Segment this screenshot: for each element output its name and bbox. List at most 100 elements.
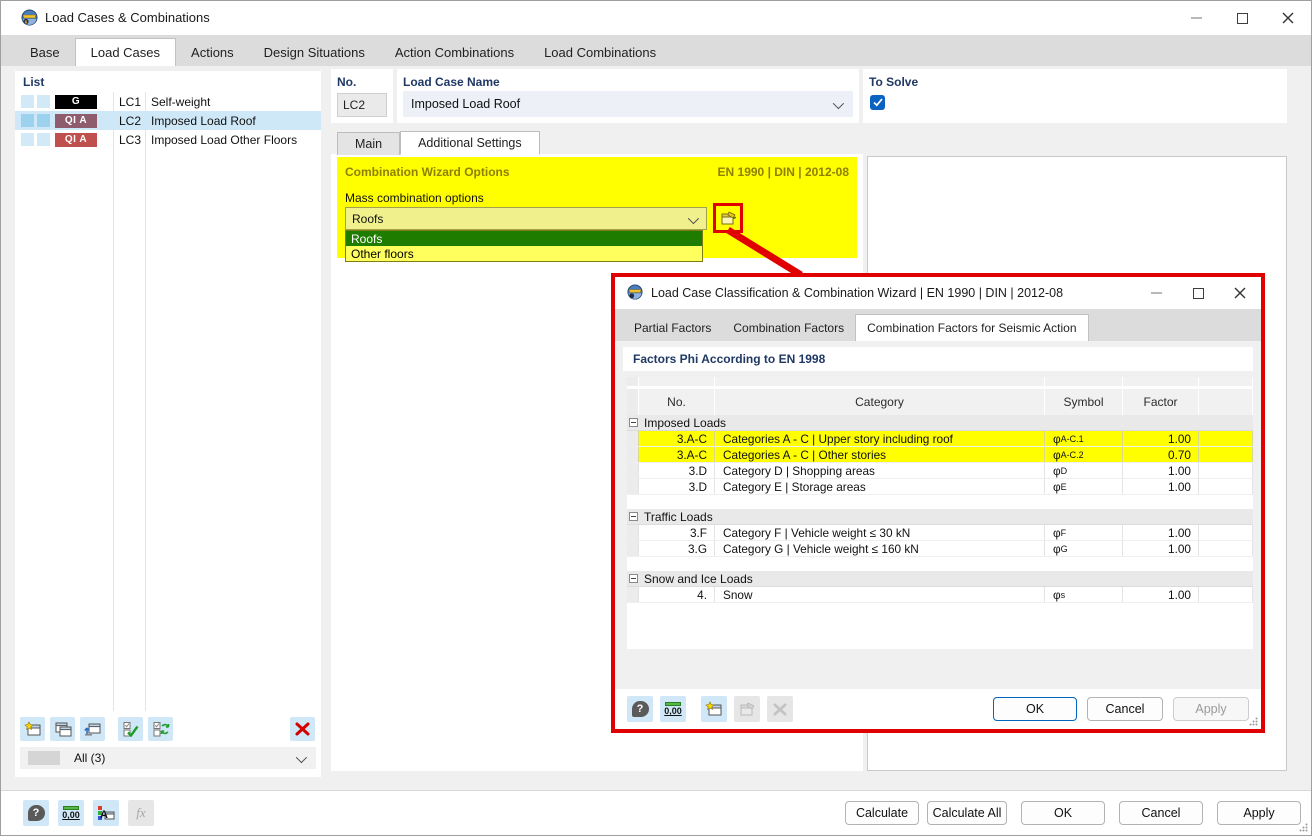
tab-design-situations[interactable]: Design Situations bbox=[249, 39, 380, 66]
tab-seismic-factors[interactable]: Combination Factors for Seismic Action bbox=[855, 314, 1088, 341]
tab-partial-factors[interactable]: Partial Factors bbox=[623, 315, 722, 341]
combination-wizard-options-box: Combination Wizard Options EN 1990 | DIN… bbox=[337, 157, 857, 258]
units-button[interactable]: 0,00 bbox=[58, 800, 84, 826]
display-properties-icon: A bbox=[97, 805, 115, 822]
case-color-square bbox=[21, 114, 34, 127]
table-row[interactable]: 3.D Category E | Storage areas φE 1.00 bbox=[627, 479, 1253, 495]
mass-combination-combo[interactable]: Roofs bbox=[345, 207, 707, 230]
help-icon: ? bbox=[632, 701, 649, 717]
load-case-name-combo[interactable]: Imposed Load Roof bbox=[403, 91, 853, 117]
group-row-snow-ice-loads[interactable]: Snow and Ice Loads bbox=[627, 571, 1253, 587]
calculate-button[interactable]: Calculate bbox=[845, 801, 919, 825]
dropdown-option-other-floors[interactable]: Other floors bbox=[346, 246, 702, 261]
dialog-footer: ? 0,00 bbox=[615, 689, 1261, 729]
case-id: LC3 bbox=[119, 133, 141, 147]
help-button[interactable]: ? bbox=[627, 696, 653, 722]
minimize-icon[interactable] bbox=[1135, 277, 1177, 309]
to-solve-checkbox[interactable] bbox=[870, 95, 885, 110]
collapse-icon[interactable] bbox=[629, 512, 638, 521]
units-button[interactable]: 0,00 bbox=[660, 696, 686, 722]
minimize-icon[interactable] bbox=[1173, 1, 1219, 35]
case-name: Imposed Load Roof bbox=[151, 114, 256, 128]
import-case-button[interactable] bbox=[80, 717, 105, 741]
tab-main[interactable]: Main bbox=[337, 132, 400, 155]
chevron-down-icon bbox=[296, 752, 307, 763]
new-entry-button[interactable] bbox=[701, 696, 727, 722]
table-row[interactable]: 3.A-C Categories A - C | Other stories φ… bbox=[627, 447, 1253, 463]
group-row-traffic-loads[interactable]: Traffic Loads bbox=[627, 509, 1253, 525]
dropdown-option-roofs[interactable]: Roofs bbox=[346, 231, 702, 246]
select-all-button[interactable] bbox=[118, 717, 143, 741]
new-case-button[interactable] bbox=[20, 717, 45, 741]
list-filter-dropdown[interactable]: All (3) bbox=[20, 747, 316, 769]
toggle-selection-button[interactable] bbox=[148, 717, 173, 741]
mass-combination-value: Roofs bbox=[352, 212, 383, 226]
header-factor: Factor bbox=[1123, 389, 1199, 415]
combination-wizard-dialog: Load Case Classification & Combination W… bbox=[611, 273, 1265, 733]
close-icon[interactable] bbox=[1219, 277, 1261, 309]
list-item-lc1[interactable]: G LC1 Self-weight bbox=[15, 92, 321, 111]
tab-load-combinations[interactable]: Load Combinations bbox=[529, 39, 671, 66]
delete-x-icon bbox=[295, 722, 310, 736]
main-tab-strip: Base Load Cases Actions Design Situation… bbox=[1, 35, 1311, 66]
mass-combination-dropdown-list: Roofs Other floors bbox=[345, 230, 703, 262]
case-name-group: Load Case Name Imposed Load Roof bbox=[397, 69, 859, 123]
tab-load-cases[interactable]: Load Cases bbox=[75, 38, 176, 66]
copy-case-button[interactable] bbox=[50, 717, 75, 741]
copy-icon bbox=[54, 721, 72, 737]
dialog-titlebar: Load Case Classification & Combination W… bbox=[615, 277, 1261, 309]
case-number-field[interactable]: LC2 bbox=[337, 93, 387, 117]
cancel-button[interactable]: Cancel bbox=[1087, 697, 1163, 721]
resize-grip[interactable] bbox=[1249, 717, 1258, 726]
table-row[interactable]: 3.G Category G | Vehicle weight ≤ 160 kN… bbox=[627, 541, 1253, 557]
collapse-icon[interactable] bbox=[629, 574, 638, 583]
case-id: LC2 bbox=[119, 114, 141, 128]
ok-button[interactable]: OK bbox=[993, 697, 1077, 721]
list-label: List bbox=[23, 75, 44, 89]
case-name: Self-weight bbox=[151, 95, 210, 109]
delete-case-button[interactable] bbox=[290, 717, 315, 741]
help-button[interactable]: ? bbox=[23, 800, 49, 826]
tab-base[interactable]: Base bbox=[15, 39, 75, 66]
table-row[interactable]: 3.F Category F | Vehicle weight ≤ 30 kN … bbox=[627, 525, 1253, 541]
table-row[interactable]: 3.D Category D | Shopping areas φD 1.00 bbox=[627, 463, 1253, 479]
case-color-square bbox=[21, 133, 34, 146]
tab-action-combinations[interactable]: Action Combinations bbox=[380, 39, 529, 66]
table-row[interactable]: 3.A-C Categories A - C | Upper story inc… bbox=[627, 431, 1253, 447]
table-row[interactable]: 4. Snow φs 1.00 bbox=[627, 587, 1253, 603]
app-icon bbox=[627, 284, 643, 300]
collapse-icon[interactable] bbox=[629, 418, 638, 427]
resize-grip[interactable] bbox=[1299, 823, 1308, 832]
group-row-imposed-loads[interactable]: Imposed Loads bbox=[627, 415, 1253, 431]
chevron-down-icon bbox=[833, 98, 844, 109]
action-type-badge: G bbox=[55, 95, 97, 109]
close-icon[interactable] bbox=[1265, 1, 1311, 35]
dialog-tab-strip: Partial Factors Combination Factors Comb… bbox=[615, 309, 1261, 341]
new-window-icon bbox=[24, 721, 42, 737]
list-item-lc2[interactable]: QI A LC2 Imposed Load Roof bbox=[15, 111, 321, 130]
app-icon: 6 bbox=[21, 9, 38, 26]
chevron-down-icon bbox=[688, 213, 699, 224]
cancel-button[interactable]: Cancel bbox=[1119, 801, 1203, 825]
new-window-icon bbox=[705, 701, 723, 717]
maximize-icon[interactable] bbox=[1219, 1, 1265, 35]
tab-combination-factors[interactable]: Combination Factors bbox=[722, 315, 855, 341]
ok-button[interactable]: OK bbox=[1021, 801, 1105, 825]
dialog-title: Load Case Classification & Combination W… bbox=[651, 277, 1063, 309]
apply-button[interactable]: Apply bbox=[1217, 801, 1301, 825]
maximize-icon[interactable] bbox=[1177, 277, 1219, 309]
svg-text:A: A bbox=[100, 809, 108, 821]
edit-combination-settings-button[interactable] bbox=[713, 203, 743, 233]
case-name: Imposed Load Other Floors bbox=[151, 133, 297, 147]
window-titlebar: 6 Load Cases & Combinations bbox=[1, 1, 1311, 35]
case-color-square bbox=[37, 95, 50, 108]
apply-button[interactable]: Apply bbox=[1173, 697, 1249, 721]
display-properties-button[interactable]: A bbox=[93, 800, 119, 826]
case-color-square bbox=[37, 114, 50, 127]
tab-additional-settings[interactable]: Additional Settings bbox=[400, 131, 540, 155]
list-item-lc3[interactable]: QI A LC3 Imposed Load Other Floors bbox=[15, 130, 321, 149]
formula-button[interactable]: fx bbox=[128, 800, 154, 826]
tab-actions[interactable]: Actions bbox=[176, 39, 249, 66]
edit-entry-button bbox=[734, 696, 760, 722]
calculate-all-button[interactable]: Calculate All bbox=[927, 801, 1007, 825]
